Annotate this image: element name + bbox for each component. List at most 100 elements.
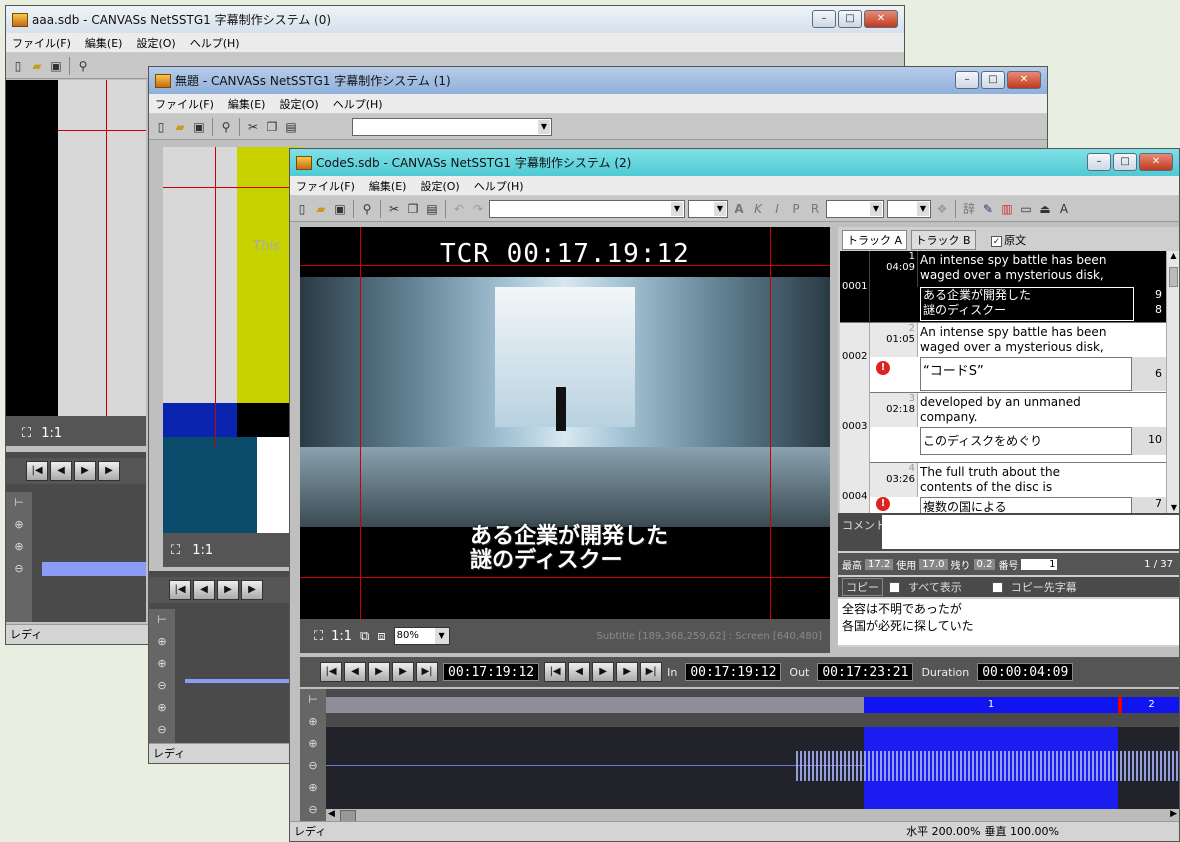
maximize-button[interactable]: □: [838, 10, 862, 28]
menu-settings[interactable]: 設定(O): [136, 35, 175, 51]
a-icon[interactable]: A: [1056, 201, 1072, 217]
close-button[interactable]: ✕: [864, 10, 898, 28]
menu-file[interactable]: ファイル(F): [12, 35, 71, 51]
next-button[interactable]: ▶: [98, 461, 120, 481]
marker-icon[interactable]: ⊢: [300, 689, 326, 711]
font-select[interactable]: [489, 199, 685, 218]
palette-icon[interactable]: ❖: [934, 201, 950, 217]
split-icon[interactable]: ⊕: [149, 631, 175, 653]
zoom-out-h-icon[interactable]: ⊖: [300, 755, 326, 777]
minimize-button[interactable]: –: [955, 71, 979, 89]
number-input[interactable]: 1: [1021, 558, 1058, 570]
zoom-in-icon[interactable]: ⊕: [6, 536, 32, 558]
zoom-in-v-icon[interactable]: ⊕: [300, 777, 326, 799]
list-scrollbar[interactable]: ▲ ▼: [1166, 251, 1179, 517]
subtitle-clip-1[interactable]: 1: [864, 697, 1118, 713]
subtitle-track[interactable]: 1 2: [326, 697, 1179, 713]
prev-button[interactable]: ◀: [568, 662, 591, 682]
zoom-select[interactable]: 80% ▼: [393, 627, 450, 645]
list-item[interactable]: 0004 4 03:26 ! The full truth about the c…: [840, 463, 1166, 517]
tab-track-a[interactable]: トラック A: [842, 230, 908, 250]
menu-help[interactable]: ヘルプ(H): [333, 96, 383, 112]
prev-frame-button[interactable]: ◀: [344, 662, 366, 682]
original-checkbox[interactable]: ✓: [991, 235, 1003, 247]
scroll-thumb[interactable]: [1169, 267, 1178, 287]
in-timecode[interactable]: 00:17:19:12: [685, 663, 782, 681]
cut-icon[interactable]: ✂: [386, 201, 402, 217]
copy-button[interactable]: コピー: [842, 578, 883, 596]
last-frame-button[interactable]: ▶|: [416, 662, 438, 682]
italic-k-icon[interactable]: K: [750, 201, 766, 217]
new-file-icon[interactable]: ▯: [294, 201, 310, 217]
open-folder-icon[interactable]: ▰: [313, 201, 329, 217]
zoom-out-icon[interactable]: ⊖: [6, 558, 32, 580]
paste-icon[interactable]: ▤: [424, 201, 440, 217]
first-frame-button[interactable]: |◀: [169, 580, 191, 600]
menu-help[interactable]: ヘルプ(H): [190, 35, 240, 51]
zoom-ratio[interactable]: 1:1: [331, 629, 352, 644]
color-select[interactable]: [826, 199, 884, 218]
marker-icon[interactable]: ⊢: [149, 609, 175, 631]
copy-icon[interactable]: ❐: [264, 119, 280, 135]
dictionary-icon[interactable]: 辞: [961, 201, 977, 217]
comment-input[interactable]: [882, 515, 1179, 549]
next-subtitle-button[interactable]: ▶|: [640, 662, 663, 682]
new-file-icon[interactable]: ▯: [10, 58, 26, 74]
undo-icon[interactable]: ↶: [451, 201, 467, 217]
prev-button[interactable]: ◀: [50, 461, 72, 481]
copy-dest-checkbox[interactable]: [991, 581, 1003, 593]
next-frame-button[interactable]: ▶: [392, 662, 414, 682]
duration-timecode[interactable]: 00:00:04:09: [977, 663, 1074, 681]
redo-icon[interactable]: ↷: [470, 201, 486, 217]
italic-icon[interactable]: I: [769, 201, 785, 217]
style-select[interactable]: [887, 199, 931, 218]
menu-edit[interactable]: 編集(E): [228, 96, 266, 112]
fit-window-icon[interactable]: ⧉: [360, 629, 369, 644]
font-select[interactable]: [352, 117, 552, 136]
new-file-icon[interactable]: ▯: [153, 119, 169, 135]
chart-icon[interactable]: ▥: [999, 201, 1015, 217]
search-icon[interactable]: ⚲: [75, 58, 91, 74]
timeline[interactable]: ⊢ ⊕ ⊕ ⊖ ⊕ ⊖ 1 2 ◀ ▶: [300, 689, 1179, 823]
list-item[interactable]: 0003 3 02:18 developed by an unmaned comp…: [840, 393, 1166, 463]
scroll-up-icon[interactable]: ▲: [1167, 251, 1179, 265]
search-icon[interactable]: ⚲: [218, 119, 234, 135]
scroll-right-icon[interactable]: ▶: [1170, 809, 1177, 819]
play-button[interactable]: ▶: [217, 580, 239, 600]
marker-icon[interactable]: ⊢: [6, 492, 32, 514]
prev-button[interactable]: ◀: [193, 580, 215, 600]
save-icon[interactable]: ▣: [332, 201, 348, 217]
maximize-button[interactable]: □: [1113, 153, 1137, 171]
save-icon[interactable]: ▣: [191, 119, 207, 135]
bold-icon[interactable]: A: [731, 201, 747, 217]
menu-settings[interactable]: 設定(O): [279, 96, 318, 112]
play-button[interactable]: ▶: [74, 461, 96, 481]
search-icon[interactable]: ⚲: [359, 201, 375, 217]
current-timecode[interactable]: 00:17:19:12: [443, 663, 540, 681]
list-item[interactable]: 0002 2 01:05 ! An intense spy battle has…: [840, 323, 1166, 393]
edit-icon[interactable]: ✎: [980, 201, 996, 217]
copy-icon[interactable]: ❐: [405, 201, 421, 217]
subtitle-clip-2[interactable]: 2: [1122, 697, 1179, 713]
minimize-button[interactable]: –: [1087, 153, 1111, 171]
minimize-button[interactable]: –: [812, 10, 836, 28]
menu-settings[interactable]: 設定(O): [420, 178, 459, 194]
zoom-out-icon[interactable]: ⊖: [149, 719, 175, 741]
first-frame-button[interactable]: |◀: [320, 662, 342, 682]
paste-icon[interactable]: ▤: [283, 119, 299, 135]
title-bar[interactable]: CodeS.sdb - CANVASs NetSSTG1 字幕制作システム (2…: [290, 149, 1179, 176]
fit-icon[interactable]: ⛶: [314, 629, 323, 644]
cut-icon[interactable]: ✂: [245, 119, 261, 135]
menu-file[interactable]: ファイル(F): [296, 178, 355, 194]
zoom-in-h-icon[interactable]: ⊕: [300, 733, 326, 755]
close-button[interactable]: ✕: [1007, 71, 1041, 89]
zoom-out-icon[interactable]: ⊖: [149, 675, 175, 697]
actual-size-icon[interactable]: ⧈: [377, 629, 385, 644]
fit-icon[interactable]: ⛶: [171, 543, 180, 558]
show-all-checkbox[interactable]: [889, 581, 900, 593]
save-icon[interactable]: ▣: [48, 58, 64, 74]
zoom-ratio[interactable]: 1:1: [192, 543, 213, 558]
list-item[interactable]: 0001 1 04:09 An intense spy battle has b…: [840, 251, 1166, 323]
zoom-in-icon[interactable]: ⊕: [149, 653, 175, 675]
title-bar[interactable]: 無題 - CANVASs NetSSTG1 字幕制作システム (1) – □ ✕: [149, 67, 1047, 94]
